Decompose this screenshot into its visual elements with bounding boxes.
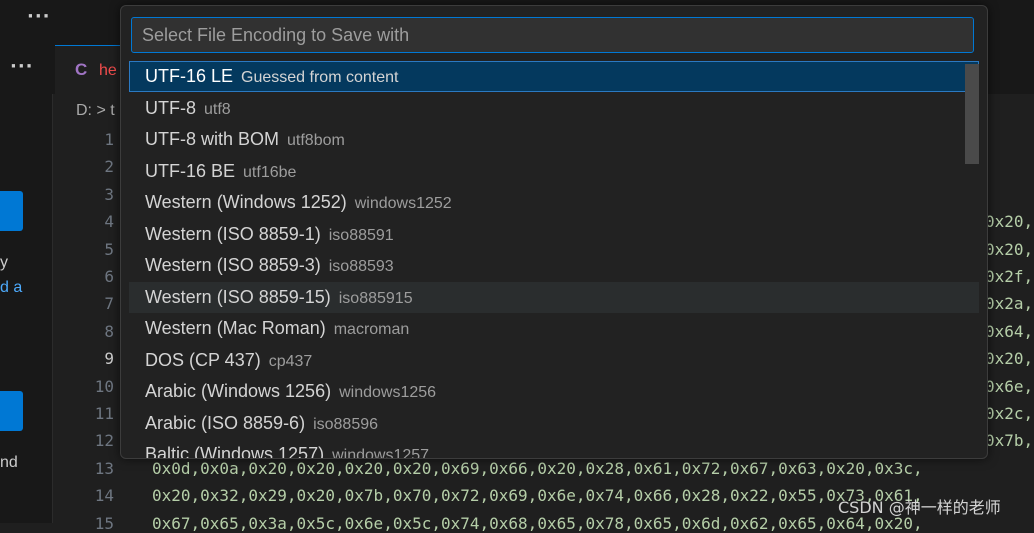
line-number: 10 [94,376,114,396]
encoding-label: Arabic (ISO 8859-6) [145,412,306,433]
line-number: 9 [104,349,114,369]
encoding-label: Western (ISO 8859-3) [145,255,321,275]
encoding-search-input[interactable] [131,17,974,53]
encoding-description: utf16be [243,163,297,181]
line-number: 5 [104,239,114,259]
encoding-option[interactable]: UTF-16 LE Guessed from content [129,61,979,92]
ellipsis-icon[interactable]: ··· [10,56,34,77]
encoding-label: UTF-8 [145,97,196,118]
line-number: 1 [104,130,114,149]
encoding-option[interactable]: DOS (CP 437) cp437 [129,345,979,376]
breadcrumb-drive[interactable]: D: [76,102,92,119]
line-number: 6 [104,267,114,286]
sidebar-text-fragment-2: nd [0,454,18,471]
encoding-label: UTF-16 BE [145,160,236,181]
line-number: 11 [94,404,114,423]
encoding-label: Baltic (Windows 1257) [145,444,325,458]
code-line: 0x0d,0x0a,0x20,0x20,0x20,0x20,0x69,0x66,… [152,458,923,478]
encoding-option[interactable]: Western (ISO 8859-3) iso88593 [129,250,979,281]
encoding-label: Western (ISO 8859-15) [145,286,331,307]
encoding-option[interactable]: Western (ISO 8859-1) iso88591 [129,219,979,250]
code-line: 0x20, [985,349,1034,369]
code-line: 0x7b, [985,431,1034,451]
encoding-description: utf8 [204,100,231,118]
encoding-label: DOS (CP 437) [145,349,261,370]
code-line: 0x6e, [985,376,1034,396]
sidebar: ··· y d a nd [0,44,53,523]
encoding-option[interactable]: UTF-8 with BOM utf8bom [129,124,979,155]
encoding-description: macroman [333,321,410,338]
encoding-description: windows1257 [332,447,430,458]
encoding-description: iso88596 [313,415,379,433]
encoding-description: iso885915 [338,289,413,307]
encoding-description: windows1252 [354,195,452,212]
line-number: 13 [94,458,114,478]
line-number: 12 [94,431,114,451]
encoding-option[interactable]: Western (ISO 8859-15) iso885915 [129,281,979,313]
code-line: 0x20, [985,239,1034,259]
encoding-label: Western (Mac Roman) [145,318,326,338]
line-number: 7 [104,294,114,314]
sidebar-link-fragment[interactable]: d a [0,279,22,297]
c-file-icon: C [75,60,88,79]
sidebar-text-fragment: y [0,254,8,271]
encoding-description: cp437 [268,352,313,370]
encoding-description: Guessed from content [241,69,399,86]
encoding-option[interactable]: Arabic (Windows 1256) windows1256 [129,376,979,407]
line-number: 8 [104,321,114,341]
encoding-quick-pick: UTF-16 LEGuessed from contentUTF-8utf8UT… [120,5,988,459]
encoding-option[interactable]: Western (Windows 1252) windows1252 [129,187,979,218]
tab-filename: he [99,62,117,79]
encoding-description: iso88593 [328,258,394,275]
line-number: 3 [104,184,114,204]
encoding-option[interactable]: Arabic (ISO 8859-6) iso88596 [129,408,979,439]
chevron-right-icon: > [96,102,106,119]
editor-tab[interactable]: C he [55,45,125,96]
encoding-option[interactable]: Western (Mac Roman) macroman [129,313,979,344]
line-number: 2 [104,157,114,177]
encoding-description: iso88591 [328,226,394,244]
encoding-label: Western (ISO 8859-1) [145,223,321,244]
breadcrumb-next[interactable]: t [110,102,114,119]
ellipsis-icon[interactable]: ··· [27,6,51,27]
code-line: 0x2f, [985,267,1034,286]
encoding-option[interactable]: UTF-8 utf8 [129,93,979,124]
encoding-label: Western (Windows 1252) [145,192,347,212]
encoding-option[interactable]: Baltic (Windows 1257) windows1257 [129,439,979,458]
line-number: 15 [94,513,114,533]
encoding-list: UTF-16 LE Guessed from content UTF-8 utf8 UT… [129,61,979,458]
code-line: 0x20, [985,212,1034,232]
breadcrumb[interactable]: D: > t [76,102,115,120]
encoding-description: utf8bom [287,132,345,149]
watermark-text: CSDN @神一样的老师 [838,498,1001,517]
sidebar-primary-button[interactable] [0,191,23,231]
line-number: 4 [104,212,114,232]
list-scrollbar[interactable] [965,64,979,164]
code-line: 0x20,0x32,0x29,0x20,0x7b,0x70,0x72,0x69,… [152,486,923,506]
code-line: 0x2c, [985,404,1034,423]
line-number: 14 [94,486,114,506]
code-line: 0x2a, [985,294,1034,314]
encoding-label: Arabic (Windows 1256) [145,381,332,401]
encoding-option[interactable]: UTF-16 BE utf16be [129,156,979,187]
encoding-description: windows1256 [339,384,437,401]
code-line: 0x67,0x65,0x3a,0x5c,0x6e,0x5c,0x74,0x68,… [152,513,923,533]
sidebar-secondary-button[interactable] [0,391,23,431]
encoding-label: UTF-8 with BOM [145,129,280,149]
code-line: 0x64, [985,321,1034,341]
encoding-label: UTF-16 LE [145,66,234,86]
